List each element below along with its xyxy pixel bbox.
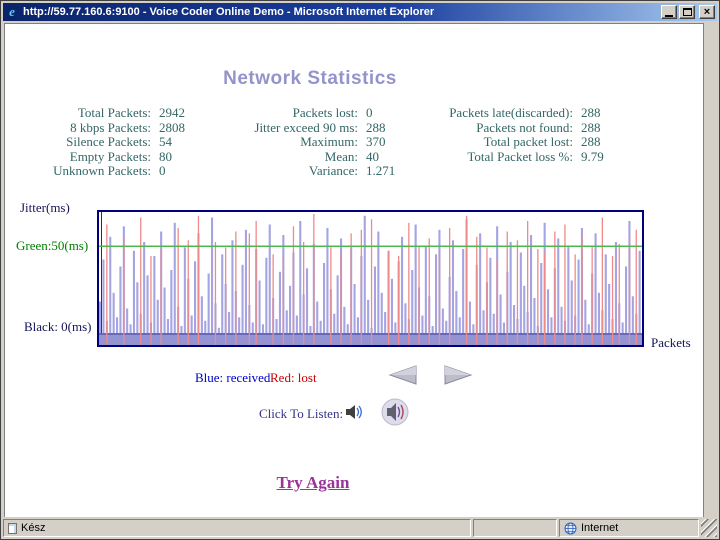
- arrow-left-icon: [388, 365, 417, 385]
- maximize-icon: [682, 8, 692, 16]
- window-controls: ×: [661, 5, 715, 19]
- stat-label: Maximum:: [300, 134, 358, 150]
- ie-logo-icon: e: [9, 4, 15, 19]
- stat-label: Silence Packets:: [66, 134, 151, 150]
- document-icon: [8, 522, 17, 534]
- stat-value: 288: [581, 119, 601, 135]
- chart-green-ref-label: Green:50(ms): [16, 238, 89, 253]
- stat-value: 0: [159, 163, 166, 179]
- speaker-circle-icon: [381, 398, 409, 426]
- stat-label: Packets late(discarded):: [449, 105, 573, 120]
- stat-value: 0: [366, 105, 373, 120]
- stat-label: Unknown Packets:: [53, 163, 151, 179]
- stats-group2: Packets lost: 0 Jitter exceed 90 ms: 288 Max…: [208, 105, 395, 178]
- stat-value: 54: [159, 134, 172, 150]
- legend-received: Blue: received: [195, 370, 271, 385]
- minimize-icon: [665, 14, 673, 17]
- stat-label: Empty Packets:: [69, 148, 151, 164]
- window-title: http://59.77.160.6:9100 - Voice Coder On…: [23, 6, 435, 18]
- title-bar[interactable]: e http://59.77.160.6:9100 - Voice Coder …: [3, 3, 717, 21]
- stat-label: Total Packets:: [77, 105, 151, 120]
- jitter-chart: [97, 210, 644, 347]
- stat-label: Total Packet loss %:: [467, 148, 573, 164]
- stat-value: 370: [366, 134, 386, 150]
- chart-x-axis-label: Packets: [651, 335, 691, 350]
- listen-label: Click To Listen:: [259, 406, 344, 421]
- minimize-button[interactable]: [661, 5, 677, 19]
- speaker-small-button[interactable]: [345, 404, 363, 425]
- close-button[interactable]: ×: [699, 5, 715, 19]
- stats-group3: Packets late(discarded): 288 Packets not f…: [403, 105, 604, 164]
- stat-label: Total packet lost:: [483, 134, 573, 150]
- stat-value: 2942: [159, 105, 185, 120]
- zone-label: Internet: [581, 522, 619, 534]
- stat-value: 288: [581, 105, 601, 120]
- vertical-scrollbar[interactable]: [703, 23, 718, 517]
- stat-value: 2808: [159, 119, 185, 135]
- status-text: Kész: [21, 522, 46, 534]
- stats-group1: Total Packets: 2942 8 kbps Packets: 2808 Sil…: [25, 105, 185, 178]
- chart-y-axis-label: Jitter(ms): [20, 200, 70, 215]
- stat-label: Jitter exceed 90 ms:: [254, 119, 358, 135]
- speaker-big-button[interactable]: [381, 398, 409, 431]
- legend-lost: Red: lost: [270, 370, 317, 385]
- stat-value: 1.271: [366, 163, 396, 179]
- page-title: Network Statistics: [223, 68, 397, 89]
- resize-grip[interactable]: [701, 519, 717, 537]
- stat-value: 9.79: [581, 148, 604, 164]
- maximize-button[interactable]: [679, 5, 695, 19]
- stat-label: Packets not found:: [476, 119, 573, 135]
- status-panel: Kész: [3, 519, 471, 537]
- previous-page-button[interactable]: [385, 364, 419, 386]
- stat-label: Packets lost:: [292, 105, 358, 120]
- try-again-link[interactable]: Try Again: [195, 473, 431, 493]
- speaker-waves-icon: [346, 405, 362, 419]
- status-empty-panel: [473, 519, 557, 537]
- next-page-button[interactable]: [442, 364, 476, 386]
- stat-label: Mean:: [324, 148, 358, 164]
- status-bar: Kész Internet: [3, 517, 717, 537]
- stat-value: 288: [366, 119, 386, 135]
- stat-value: 288: [581, 134, 601, 150]
- stat-value: 80: [159, 148, 172, 164]
- browser-window: { "window": { "title": "http://59.77.160…: [0, 0, 720, 540]
- arrow-right-icon: [444, 365, 473, 385]
- security-zone-panel: Internet: [559, 519, 699, 537]
- page-content: Network Statistics Total Packets: 2942 8 k…: [4, 23, 703, 517]
- stat-value: 40: [366, 148, 379, 164]
- jitter-chart-svg: [99, 212, 642, 345]
- globe-icon: [564, 522, 577, 534]
- stat-label: Variance:: [308, 163, 358, 179]
- stat-label: 8 kbps Packets:: [70, 119, 151, 135]
- chart-black-ref-label: Black: 0(ms): [24, 319, 92, 334]
